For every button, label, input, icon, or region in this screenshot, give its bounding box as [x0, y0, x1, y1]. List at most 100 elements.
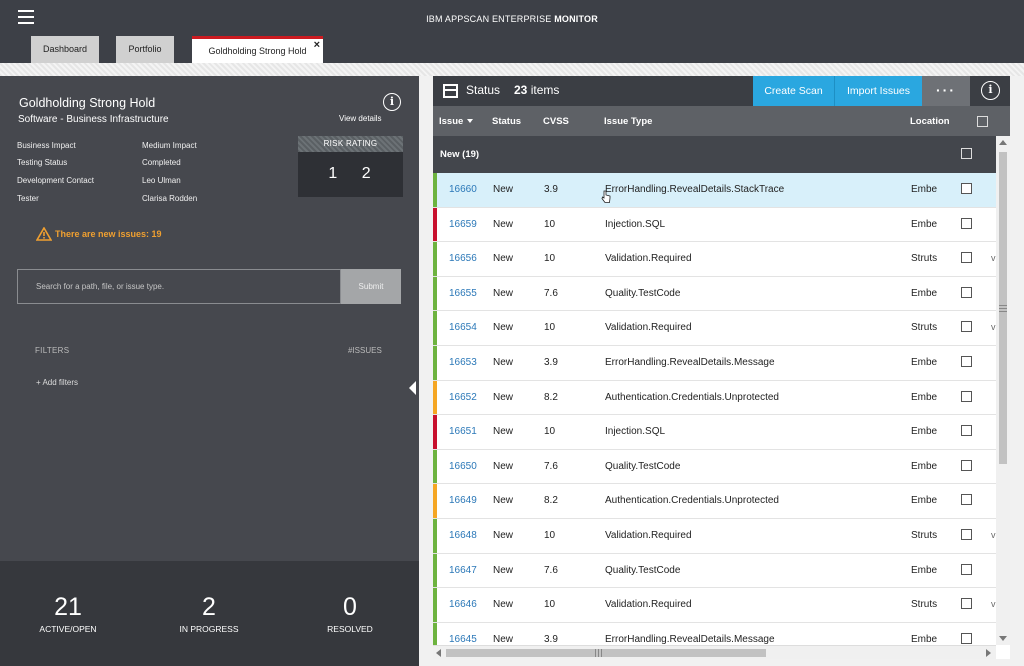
top-bar: IBM APPSCAN ENTERPRISE MONITOR Dashboard… — [0, 0, 1024, 63]
severity-bar — [433, 311, 437, 345]
table-row[interactable]: 16655 New 7.6 Quality.TestCode Embe — [433, 276, 996, 312]
issue-id-link[interactable]: 16659 — [449, 219, 477, 230]
issues-panel: Status 23 items Create Scan Import Issue… — [433, 76, 1010, 659]
row-select-checkbox[interactable] — [961, 632, 972, 644]
scroll-down-icon[interactable] — [999, 636, 1007, 641]
issue-location: Struts — [911, 253, 938, 265]
table-row[interactable]: 16647 New 7.6 Quality.TestCode Embe — [433, 553, 996, 589]
table-row[interactable]: 16654 New 10 Validation.Required Struts v — [433, 311, 996, 346]
risk-rating-box: RISK RATING 1 2 — [298, 136, 403, 197]
add-filters-link[interactable]: + Add filters — [36, 378, 78, 387]
row-select-checkbox[interactable] — [961, 563, 972, 575]
tab-portfolio[interactable]: Portfolio — [116, 36, 174, 63]
row-select-checkbox[interactable] — [961, 390, 972, 402]
column-status[interactable]: Status — [492, 116, 521, 127]
table-row[interactable]: 16660 New 3.9 ErrorHandling.RevealDetails.S… — [433, 173, 996, 208]
status-window-icon — [443, 84, 458, 98]
issue-cvss: 7.6 — [544, 287, 558, 299]
severity-bar — [433, 276, 437, 311]
severity-bar — [433, 415, 437, 449]
scroll-up-icon[interactable] — [999, 140, 1007, 145]
property-key: Testing Status — [17, 158, 68, 167]
severity-bar — [433, 173, 437, 207]
issue-id-link[interactable]: 16656 — [449, 253, 477, 264]
create-scan-button[interactable]: Create Scan — [753, 76, 834, 106]
issue-id-link[interactable]: 16654 — [449, 322, 477, 333]
issue-status: New — [493, 253, 514, 265]
issue-id-link[interactable]: 16655 — [449, 288, 477, 299]
table-row[interactable]: 16651 New 10 Injection.SQL Embe — [433, 415, 996, 450]
view-details-link[interactable]: View details — [339, 114, 382, 123]
row-select-checkbox[interactable] — [961, 529, 972, 540]
issue-id-link[interactable]: 16653 — [449, 357, 477, 368]
issue-location: Embe — [911, 287, 938, 299]
table-row[interactable]: 16650 New 7.6 Quality.TestCode Embe — [433, 449, 996, 485]
group-select-checkbox[interactable] — [961, 148, 972, 159]
row-select-checkbox[interactable] — [961, 286, 972, 298]
select-all-checkbox[interactable] — [977, 116, 988, 127]
group-header-new[interactable]: New (19) — [433, 136, 996, 173]
scroll-left-icon[interactable] — [436, 649, 441, 657]
issue-stats: 21 ACTIVE/OPEN 2 IN PROGRESS 0 RESOLVED — [0, 561, 419, 666]
issue-id-link[interactable]: 16646 — [449, 599, 477, 610]
row-select-checkbox[interactable] — [961, 356, 972, 367]
table-row[interactable]: 16656 New 10 Validation.Required Struts v — [433, 242, 996, 277]
horizontal-scrollbar[interactable] — [433, 645, 996, 659]
issue-id-link[interactable]: 16651 — [449, 426, 477, 437]
row-select-checkbox[interactable] — [961, 459, 972, 471]
group-label: New (19) — [440, 149, 480, 160]
import-issues-button[interactable]: Import Issues — [834, 76, 922, 106]
row-select-checkbox[interactable] — [961, 494, 972, 506]
row-select-checkbox[interactable] — [961, 217, 972, 229]
severity-bar — [433, 622, 437, 645]
close-icon[interactable]: × — [314, 40, 320, 51]
table-row[interactable]: 16646 New 10 Validation.Required Struts v — [433, 588, 996, 623]
status-count: 23 items — [514, 83, 559, 97]
table-row[interactable]: 16653 New 3.9 ErrorHandling.RevealDetails.M… — [433, 346, 996, 381]
table-row[interactable]: 16649 New 8.2 Authentication.Credentials.Un… — [433, 484, 996, 519]
table-row[interactable]: 16648 New 10 Validation.Required Struts v — [433, 519, 996, 554]
stat-resolved: 0 RESOLVED — [290, 593, 410, 634]
issue-id-link[interactable]: 16650 — [449, 461, 477, 472]
table-row[interactable]: 16652 New 8.2 Authentication.Credentials.Un… — [433, 380, 996, 416]
app-title: IBM APPSCAN ENTERPRISE MONITOR — [0, 14, 1024, 24]
filters-heading: FILTERS — [35, 346, 70, 355]
row-select-checkbox[interactable] — [961, 425, 972, 437]
issue-cvss: 10 — [544, 322, 556, 334]
application-subtitle: Software - Business Infrastructure — [18, 114, 169, 125]
info-icon[interactable]: i — [981, 81, 1000, 100]
tab-dashboard[interactable]: Dashboard — [31, 36, 99, 63]
scroll-right-icon[interactable] — [986, 649, 991, 657]
row-select-checkbox[interactable] — [961, 252, 972, 264]
vertical-scrollbar[interactable] — [996, 136, 1010, 645]
collapse-panel-icon[interactable] — [409, 381, 416, 395]
column-issue[interactable]: Issue — [439, 116, 474, 127]
row-select-checkbox[interactable] — [961, 598, 972, 610]
issue-cvss: 10 — [544, 530, 556, 541]
column-location[interactable]: Location — [910, 116, 950, 127]
issue-id-link[interactable]: 16647 — [449, 565, 477, 576]
column-issue-type[interactable]: Issue Type — [604, 116, 652, 127]
more-options-button[interactable]: ··· — [922, 76, 970, 106]
issue-id-link[interactable]: 16652 — [449, 392, 477, 403]
issue-id-link[interactable]: 16660 — [449, 184, 477, 195]
table-row[interactable]: 16645 New 3.9 ErrorHandling.RevealDetails.M… — [433, 622, 996, 645]
info-icon[interactable]: i — [383, 93, 401, 111]
column-cvss[interactable]: CVSS — [543, 116, 569, 127]
severity-bar — [433, 346, 437, 380]
issue-status: New — [493, 530, 514, 541]
tab-goldholding[interactable]: Goldholding Strong Hold × — [192, 36, 323, 63]
issue-type: Authentication.Credentials.Unprotected — [605, 495, 779, 507]
item-count-suffix: items — [530, 83, 560, 97]
table-row[interactable]: 16659 New 10 Injection.SQL Embe — [433, 207, 996, 243]
scrollbar-thumb[interactable] — [446, 649, 766, 657]
issue-id-link[interactable]: 16648 — [449, 530, 477, 541]
issue-id-link[interactable]: 16649 — [449, 495, 477, 506]
row-select-checkbox[interactable] — [961, 183, 972, 194]
stat-label: RESOLVED — [327, 624, 373, 634]
search-input[interactable] — [17, 269, 341, 304]
row-select-checkbox[interactable] — [961, 321, 972, 333]
issue-status: New — [493, 426, 514, 438]
submit-button[interactable]: Submit — [341, 269, 401, 304]
issue-id-link[interactable]: 16645 — [449, 634, 477, 645]
